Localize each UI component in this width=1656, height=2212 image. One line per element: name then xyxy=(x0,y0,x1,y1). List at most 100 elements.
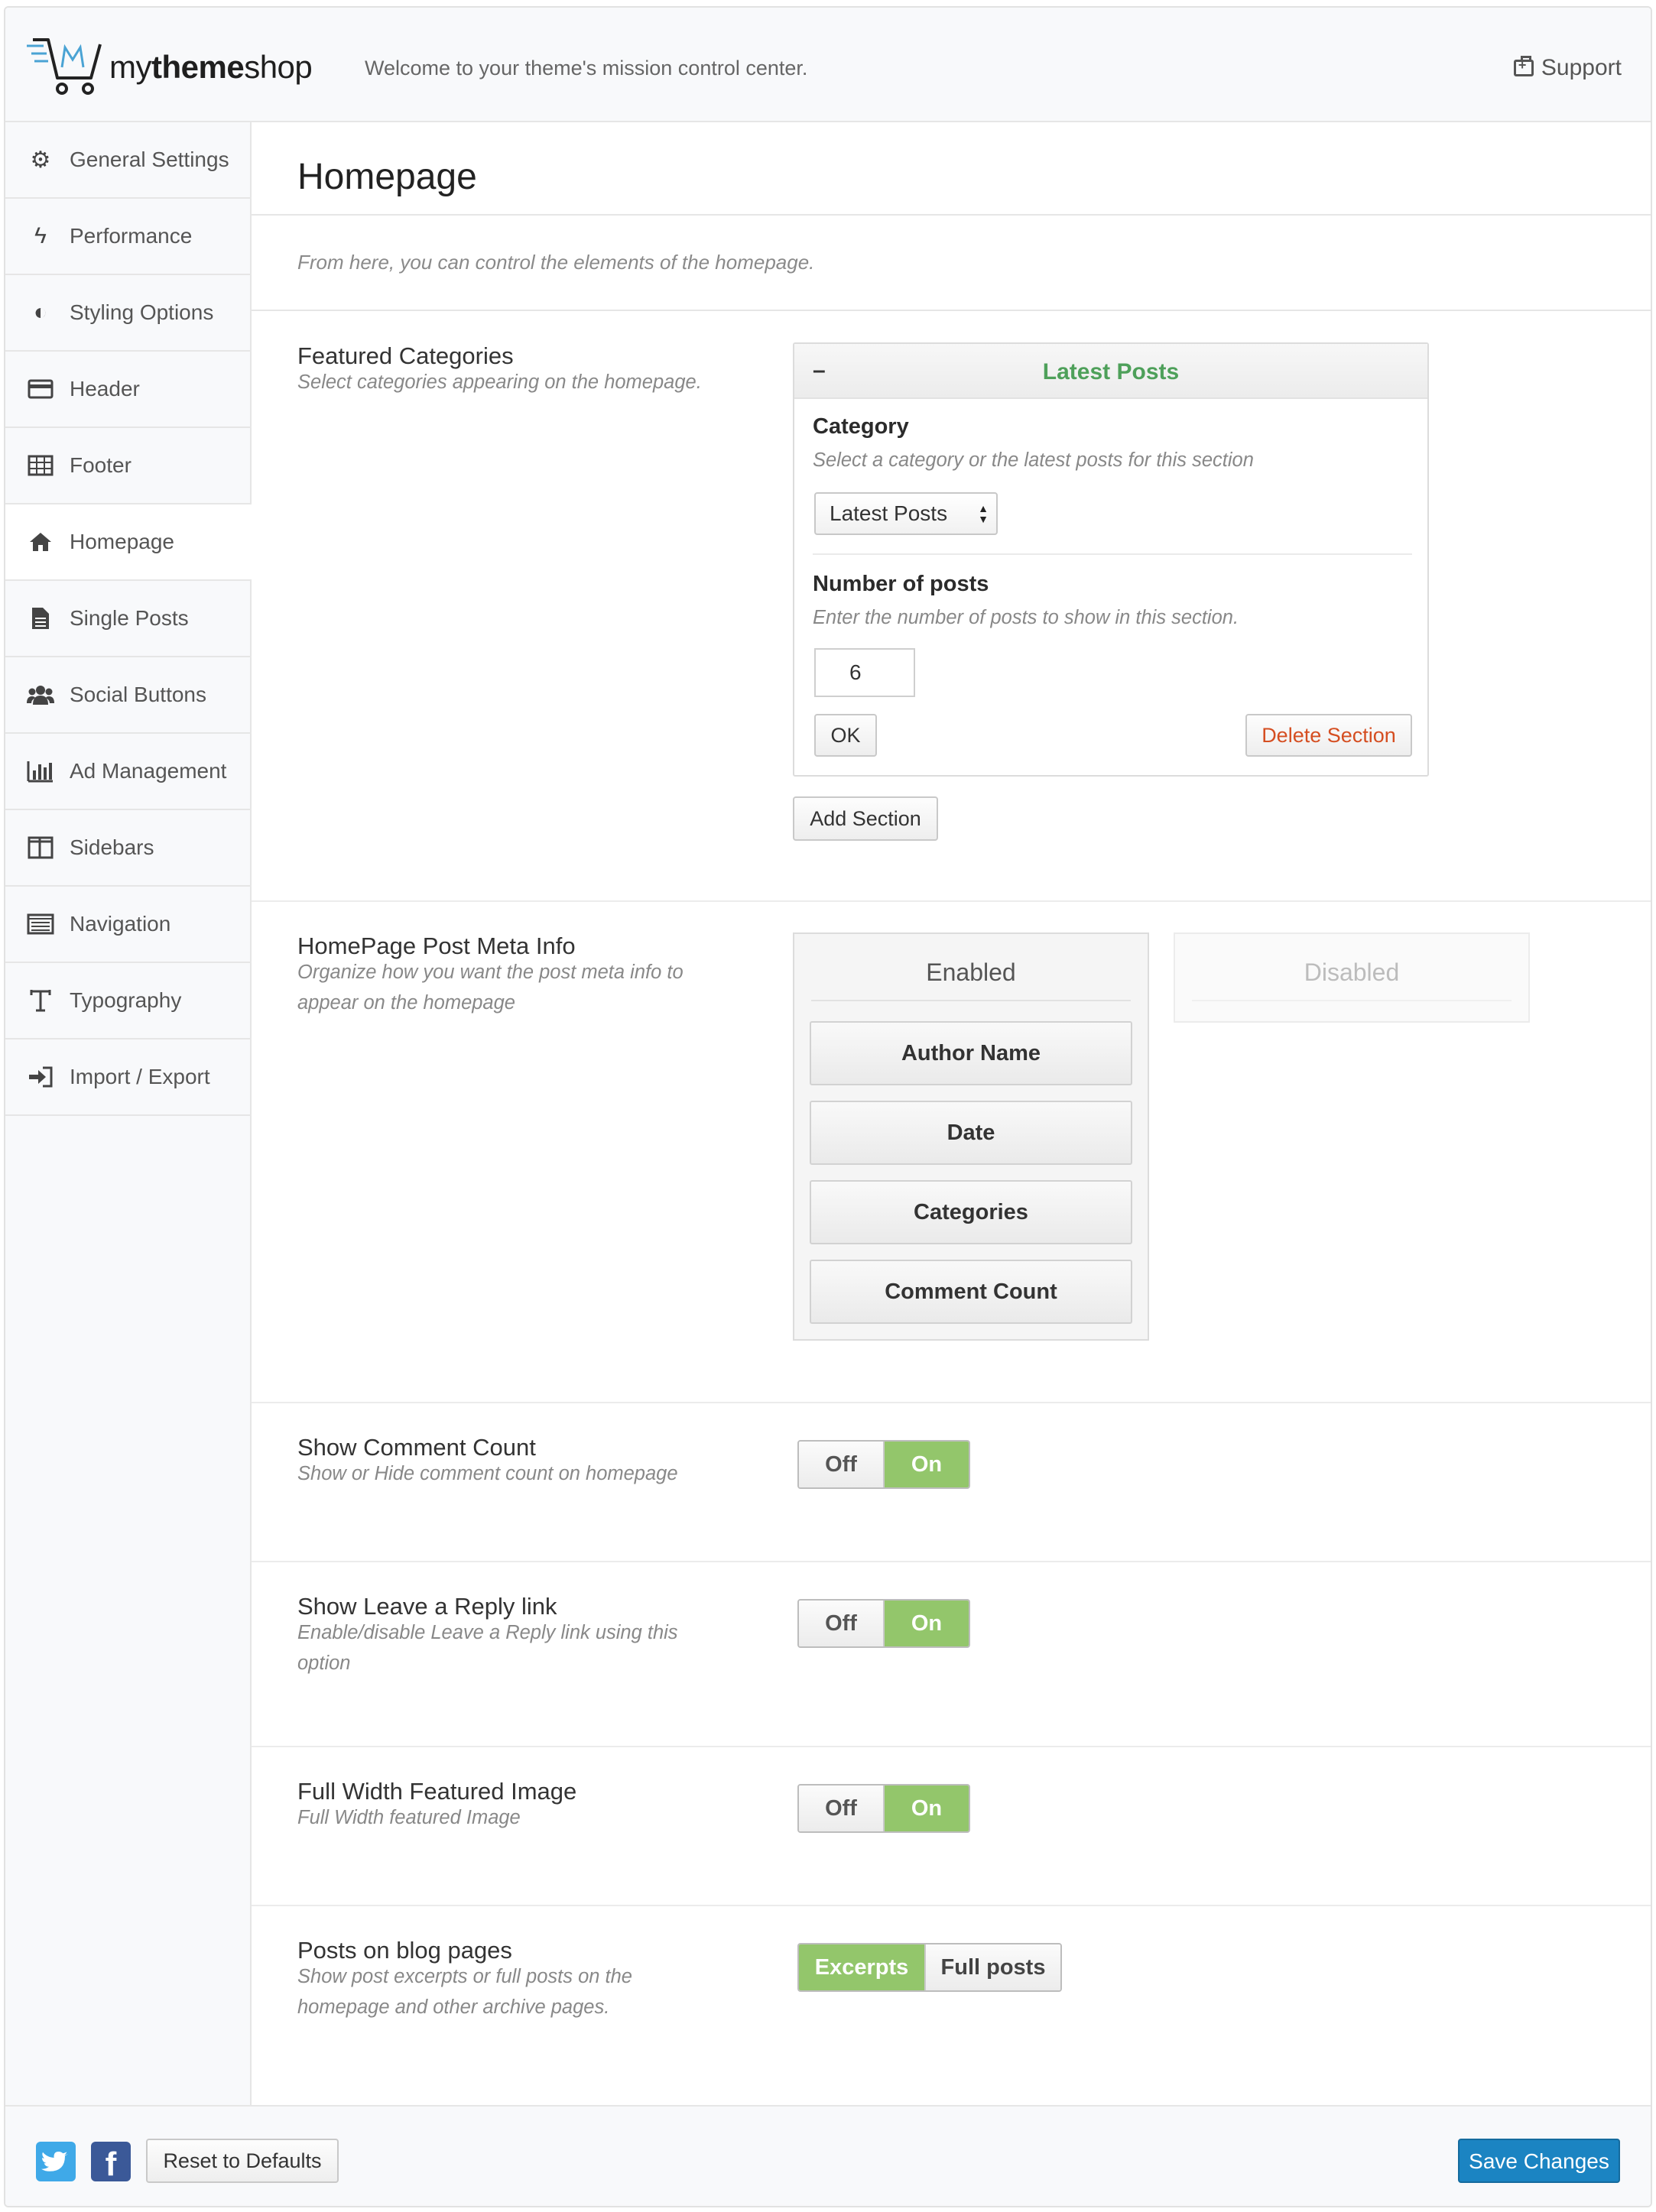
welcome-text: Welcome to your theme's mission control … xyxy=(365,57,808,79)
reply-link-toggle: Off On xyxy=(797,1599,970,1648)
sidebar-item-label: Footer xyxy=(70,453,132,477)
featured-categories-desc: Select categories appearing on the homep… xyxy=(297,371,702,393)
meta-item-date[interactable]: Date xyxy=(810,1101,1132,1165)
contrast-icon: ◐ xyxy=(33,300,48,325)
excerpts-button[interactable]: Excerpts xyxy=(799,1944,924,1990)
sidebar-item-label: Ad Management xyxy=(70,759,227,783)
posts-count-input[interactable]: 6 xyxy=(814,648,915,697)
featured-categories-label: Featured Categories xyxy=(297,342,514,369)
save-changes-button[interactable]: Save Changes xyxy=(1458,2139,1620,2183)
category-select[interactable]: Latest Posts ▲ ▼ xyxy=(814,492,998,535)
support-link[interactable]: Support xyxy=(1513,55,1622,81)
sidebar-item-label: Single Posts xyxy=(70,606,189,630)
facebook-icon[interactable]: f xyxy=(91,2142,131,2181)
posts-count-label: Number of posts xyxy=(813,572,989,596)
divider xyxy=(813,553,1412,555)
sidebar-item-label: Social Buttons xyxy=(70,683,206,706)
twitter-icon[interactable] xyxy=(36,2142,76,2181)
text-icon xyxy=(27,987,54,1014)
full-width-desc: Full Width featured Image xyxy=(297,1807,521,1828)
users-icon xyxy=(27,681,54,709)
posts-count-desc: Enter the number of posts to show in thi… xyxy=(813,607,1239,628)
sidebar-item-footer[interactable]: Footer xyxy=(5,428,250,504)
cart-logo-icon xyxy=(27,38,102,95)
post-meta-desc: Organize how you want the post meta info… xyxy=(297,962,684,1014)
sidebar-item-performance[interactable]: ϟ Performance xyxy=(5,199,250,275)
divider xyxy=(1192,1000,1512,1001)
comment-count-desc: Show or Hide comment count on homepage xyxy=(297,1463,678,1484)
full-width-toggle: Off On xyxy=(797,1784,970,1833)
toggle-off-button[interactable]: Off xyxy=(799,1601,885,1646)
header-card-icon xyxy=(27,375,54,403)
brand-logo: mythemeshop xyxy=(27,37,313,98)
toggle-on-button[interactable]: On xyxy=(885,1785,969,1831)
sidebar-item-label: Performance xyxy=(70,224,193,248)
sidebar-nav: ⚙ General Settings ϟ Performance ◐ Styli… xyxy=(5,122,252,2105)
sidebar-item-sidebars[interactable]: Sidebars xyxy=(5,810,250,887)
full-posts-button[interactable]: Full posts xyxy=(924,1944,1060,1990)
meta-item-comment-count[interactable]: Comment Count xyxy=(810,1260,1132,1324)
toggle-off-button[interactable]: Off xyxy=(799,1442,885,1487)
add-section-button[interactable]: Add Section xyxy=(793,796,938,841)
section-title: Latest Posts xyxy=(1042,359,1180,384)
divider xyxy=(252,310,1651,311)
sidebar-item-label: Homepage xyxy=(70,530,174,553)
sign-in-icon xyxy=(27,1063,54,1091)
sidebar-item-navigation[interactable]: Navigation xyxy=(5,887,250,963)
divider xyxy=(252,214,1651,216)
section-header[interactable]: – Latest Posts xyxy=(794,344,1427,399)
sidebar-item-styling-options[interactable]: ◐ Styling Options xyxy=(5,275,250,352)
ok-button[interactable]: OK xyxy=(814,714,877,757)
featured-section-box: – Latest Posts Category Select a categor… xyxy=(793,342,1429,777)
sidebar-item-ad-management[interactable]: Ad Management xyxy=(5,734,250,810)
divider xyxy=(252,1905,1651,1906)
category-desc: Select a category or the latest posts fo… xyxy=(813,449,1254,471)
toggle-on-button[interactable]: On xyxy=(885,1442,969,1487)
delete-section-button[interactable]: Delete Section xyxy=(1245,714,1412,757)
sidebar-item-header[interactable]: Header xyxy=(5,352,250,428)
brand-wordmark: mythemeshop xyxy=(109,49,313,85)
sidebar-item-single-posts[interactable]: Single Posts xyxy=(5,581,250,657)
sidebar-item-import-export[interactable]: Import / Export xyxy=(5,1040,250,1116)
disabled-title: Disabled xyxy=(1304,958,1400,986)
blog-posts-toggle: Excerpts Full posts xyxy=(797,1943,1062,1992)
divider xyxy=(252,1561,1651,1562)
bar-chart-icon xyxy=(27,757,54,785)
sidebar-item-typography[interactable]: Typography xyxy=(5,963,250,1040)
enabled-column: Enabled Author Name Date Categories Comm… xyxy=(793,932,1149,1341)
table-icon xyxy=(27,452,54,479)
options-panel: mythemeshop Welcome to your theme's miss… xyxy=(4,6,1652,2207)
toggle-on-button[interactable]: On xyxy=(885,1601,969,1646)
comment-count-toggle: Off On xyxy=(797,1440,970,1489)
enabled-title: Enabled xyxy=(926,958,1016,986)
reply-link-label: Show Leave a Reply link xyxy=(297,1593,557,1620)
sidebar-item-label: Typography xyxy=(70,988,182,1012)
meta-item-author-name[interactable]: Author Name xyxy=(810,1021,1132,1085)
sidebar-item-label: Import / Export xyxy=(70,1065,210,1088)
meta-item-categories[interactable]: Categories xyxy=(810,1180,1132,1244)
sidebar-item-label: Styling Options xyxy=(70,300,214,324)
toggle-off-button[interactable]: Off xyxy=(799,1785,885,1831)
reply-link-desc: Enable/disable Leave a Reply link using … xyxy=(297,1622,678,1674)
sidebar-item-general-settings[interactable]: ⚙ General Settings xyxy=(5,122,250,199)
disabled-column[interactable]: Disabled xyxy=(1174,932,1530,1023)
document-icon xyxy=(27,605,54,632)
select-arrows-icon: ▲ ▼ xyxy=(978,502,989,525)
bolt-icon: ϟ xyxy=(34,223,47,248)
page-title: Homepage xyxy=(297,157,477,197)
blog-posts-label: Posts on blog pages xyxy=(297,1937,512,1964)
comment-count-label: Show Comment Count xyxy=(297,1434,536,1461)
blog-posts-desc: Show post excerpts or full posts on the … xyxy=(297,1966,632,2018)
sidebar-item-label: Header xyxy=(70,377,140,401)
columns-icon xyxy=(27,834,54,861)
main-content: Homepage From here, you can control the … xyxy=(252,122,1651,2105)
top-header: mythemeshop Welcome to your theme's miss… xyxy=(5,8,1651,122)
divider xyxy=(252,1402,1651,1403)
sidebar-item-homepage[interactable]: Homepage xyxy=(5,504,252,581)
medkit-icon xyxy=(1513,56,1534,76)
post-meta-label: HomePage Post Meta Info xyxy=(297,932,576,959)
reset-to-defaults-button[interactable]: Reset to Defaults xyxy=(146,2139,339,2183)
sidebar-item-social-buttons[interactable]: Social Buttons xyxy=(5,657,250,734)
full-width-label: Full Width Featured Image xyxy=(297,1778,577,1805)
divider xyxy=(811,1000,1131,1001)
